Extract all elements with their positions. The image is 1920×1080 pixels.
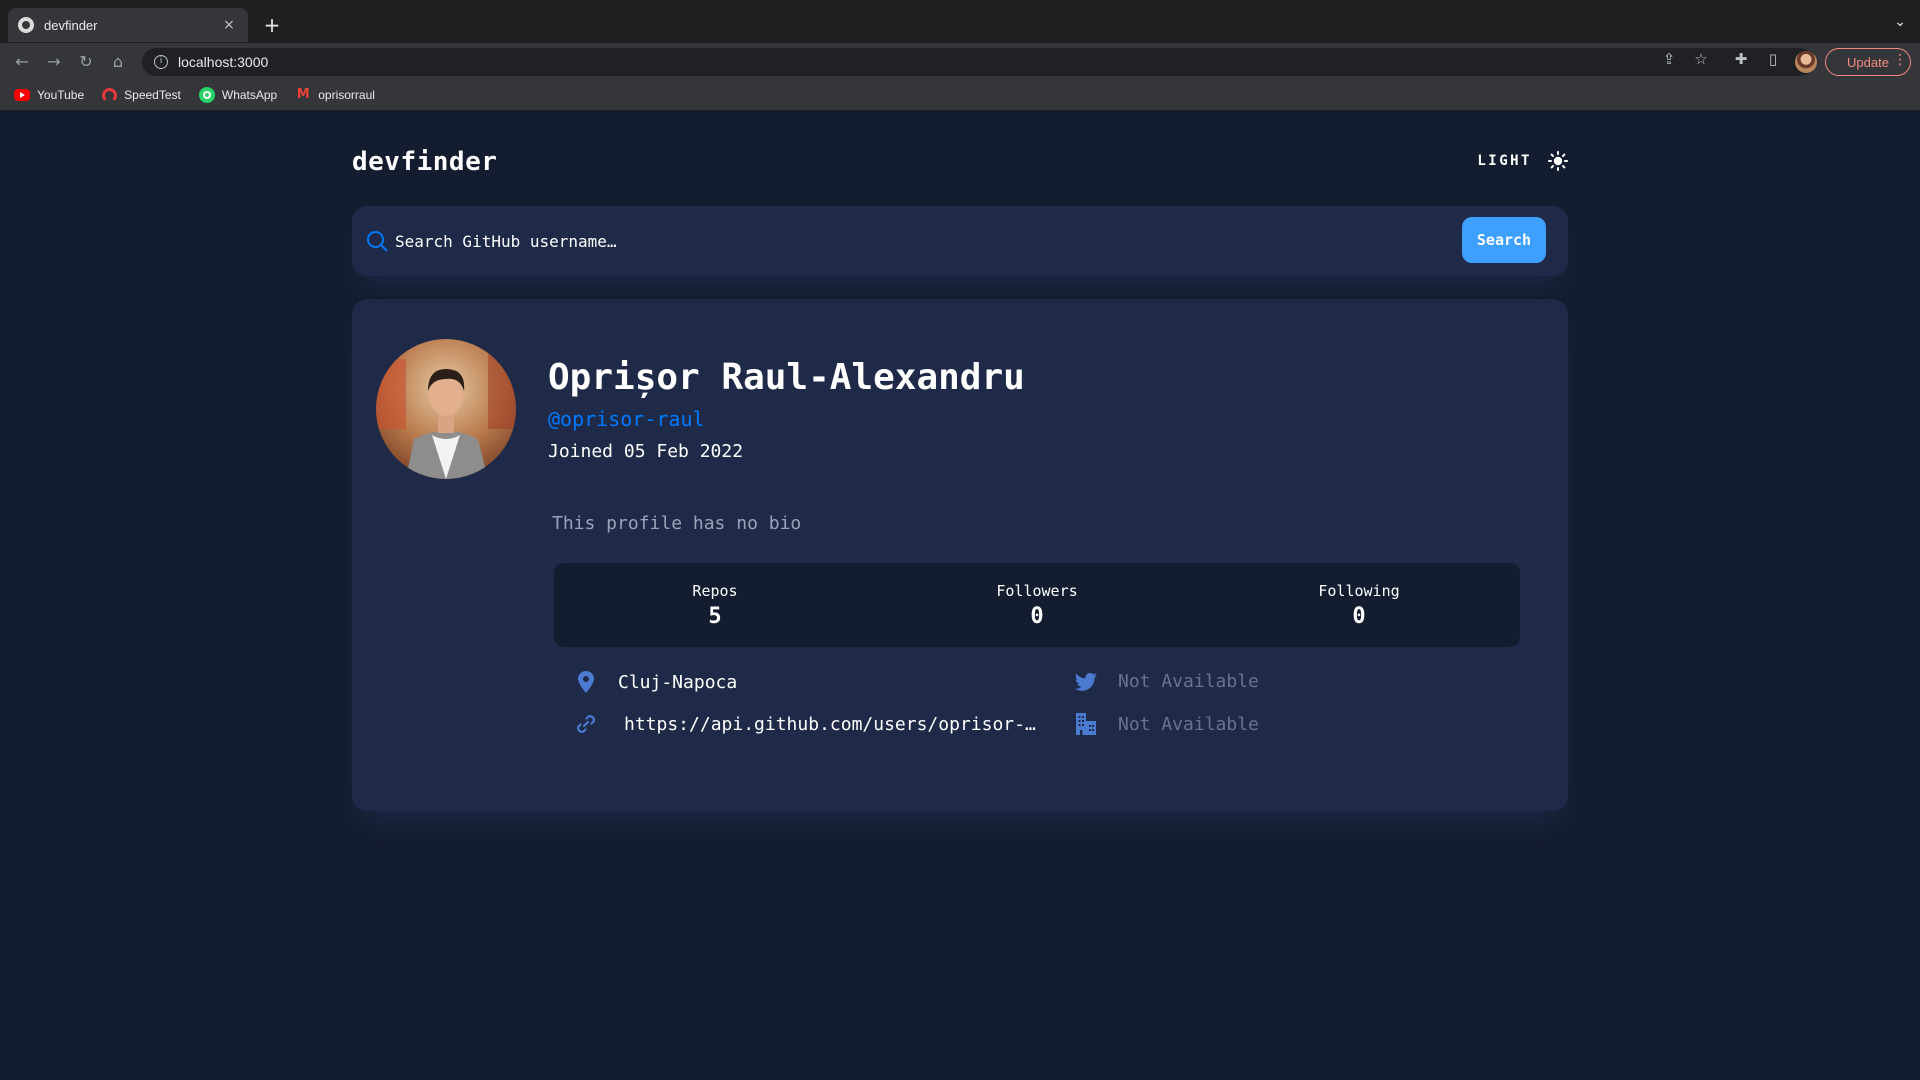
browser-tab[interactable]: devfinder × <box>8 8 248 42</box>
browser-menu-icon[interactable]: ⋮ <box>1893 52 1907 68</box>
search-bar: Search <box>352 206 1568 276</box>
company-building-icon <box>1074 713 1098 735</box>
profile-card: Oprișor Raul-Alexandru @oprisor-raul Joi… <box>352 299 1568 811</box>
bookmark-gmail[interactable]: M oprisorraul <box>295 87 375 103</box>
bookmark-star-icon[interactable]: ☆ <box>1691 50 1711 68</box>
extensions-puzzle-icon[interactable]: ✚ <box>1731 50 1751 68</box>
profile-name: Oprișor Raul-Alexandru <box>548 357 1025 398</box>
tab-search-chevron-icon[interactable]: ⌄ <box>1894 14 1906 30</box>
browser-profile-avatar[interactable] <box>1795 51 1817 73</box>
theme-toggle-label[interactable]: LIGHT <box>1477 153 1532 169</box>
location-text: Cluj-Napoca <box>618 671 738 693</box>
stat-value: 0 <box>1030 604 1044 629</box>
gmail-icon: M <box>296 87 310 102</box>
back-arrow-icon[interactable]: ← <box>10 50 34 74</box>
browser-toolbar: ← → ↻ ⌂ i localhost:3000 ⇪ ☆ ✚ ▯ Update … <box>0 43 1920 80</box>
speedtest-icon <box>102 87 118 103</box>
stat-repos: Repos 5 <box>554 563 876 647</box>
joined-date: Joined 05 Feb 2022 <box>548 441 744 462</box>
stat-value: 5 <box>708 604 722 629</box>
location-item: Cluj-Napoca <box>574 671 737 693</box>
new-tab-icon[interactable]: + <box>260 12 284 38</box>
share-icon[interactable]: ⇪ <box>1659 50 1679 68</box>
address-url[interactable]: localhost:3000 <box>178 54 268 70</box>
forward-arrow-icon[interactable]: → <box>42 50 66 74</box>
location-pin-icon <box>574 671 598 693</box>
tab-close-icon[interactable]: × <box>220 17 238 33</box>
avatar <box>376 339 516 479</box>
address-bar[interactable]: i localhost:3000 <box>142 48 1814 76</box>
profile-bio: This profile has no bio <box>552 513 802 534</box>
twitter-icon <box>1074 672 1098 691</box>
bookmark-youtube[interactable]: YouTube <box>14 88 84 102</box>
bookmark-speedtest[interactable]: SpeedTest <box>102 87 181 103</box>
stats-panel: Repos 5 Followers 0 Following 0 <box>554 563 1520 647</box>
sun-icon[interactable] <box>1548 151 1568 171</box>
bookmark-label: SpeedTest <box>124 88 181 102</box>
site-info-icon[interactable]: i <box>154 55 168 69</box>
bookmark-whatsapp[interactable]: WhatsApp <box>198 87 278 103</box>
blog-link[interactable]: https://api.github.com/users/oprisor-… <box>624 714 1036 735</box>
stat-following: Following 0 <box>1198 563 1520 647</box>
tab-title: devfinder <box>44 17 98 33</box>
bookmark-label: YouTube <box>37 88 85 102</box>
search-button[interactable]: Search <box>1462 217 1546 263</box>
search-icon <box>366 230 388 256</box>
company-item: Not Available <box>1074 713 1259 735</box>
bookmarks-bar: YouTube SpeedTest WhatsApp M oprisorraul <box>0 80 1920 111</box>
profile-handle-link[interactable]: @oprisor-raul <box>548 407 705 431</box>
app-header: devfinder LIGHT <box>352 147 1568 187</box>
stat-label: Following <box>1318 582 1400 600</box>
bookmark-label: oprisorraul <box>318 88 375 102</box>
link-icon <box>574 713 598 735</box>
app-logo: devfinder <box>352 147 498 177</box>
twitter-item: Not Available <box>1074 671 1259 692</box>
search-input[interactable] <box>395 226 1395 256</box>
update-button-label: Update <box>1847 54 1889 70</box>
home-icon[interactable]: ⌂ <box>106 50 130 74</box>
twitter-text: Not Available <box>1118 671 1259 692</box>
stat-label: Followers <box>996 582 1078 600</box>
side-panel-icon[interactable]: ▯ <box>1763 50 1783 68</box>
stat-followers: Followers 0 <box>876 563 1198 647</box>
reload-icon[interactable]: ↻ <box>74 50 98 74</box>
stat-value: 0 <box>1352 604 1366 629</box>
company-text: Not Available <box>1118 713 1259 735</box>
theme-toggle[interactable]: LIGHT <box>1477 151 1568 171</box>
bookmark-label: WhatsApp <box>221 88 278 102</box>
blog-item: https://api.github.com/users/oprisor-… <box>574 713 1036 735</box>
youtube-icon <box>14 89 30 101</box>
whatsapp-icon <box>198 87 215 103</box>
stat-label: Repos <box>692 582 738 600</box>
tab-favicon-icon <box>18 17 34 33</box>
